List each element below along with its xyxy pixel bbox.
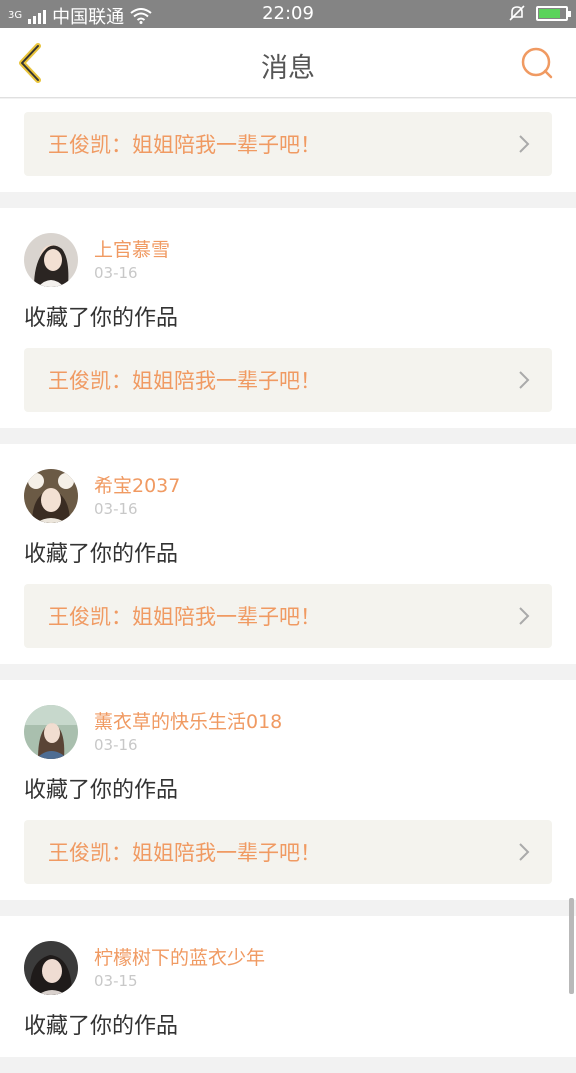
- message-list: 王俊凯：姐姐陪我一辈子吧！ 上官慕雪 03-16 收藏了你的作品 王俊凯：姐姐陪…: [0, 99, 576, 1073]
- avatar[interactable]: [24, 469, 78, 523]
- chevron-right-icon: [519, 843, 530, 861]
- message-date: 03-15: [94, 972, 138, 990]
- work-title: 王俊凯：姐姐陪我一辈子吧！: [48, 133, 321, 157]
- message-date: 03-16: [94, 500, 138, 518]
- battery-icon: [536, 5, 571, 21]
- message-card: 王俊凯：姐姐陪我一辈子吧！: [0, 99, 576, 192]
- chevron-right-icon: [519, 371, 530, 389]
- status-bar: 3G 中国联通 22:09: [0, 0, 576, 28]
- user-name[interactable]: 柠檬树下的蓝衣少年: [94, 945, 265, 971]
- work-title: 王俊凯：姐姐陪我一辈子吧！: [48, 369, 321, 393]
- work-link[interactable]: 王俊凯：姐姐陪我一辈子吧！: [24, 348, 552, 412]
- user-meta: 薰衣草的快乐生活018 03-16: [94, 709, 282, 755]
- work-link[interactable]: 王俊凯：姐姐陪我一辈子吧！: [24, 112, 552, 176]
- search-icon[interactable]: [520, 46, 554, 80]
- page-title: 消息: [261, 53, 315, 84]
- avatar[interactable]: [24, 705, 78, 759]
- action-text: 收藏了你的作品: [24, 306, 179, 331]
- avatar[interactable]: [24, 233, 78, 287]
- status-right: [508, 4, 571, 22]
- action-text: 收藏了你的作品: [24, 778, 179, 803]
- user-meta: 希宝2037 03-16: [94, 473, 180, 519]
- message-card: 柠檬树下的蓝衣少年 03-15 收藏了你的作品: [0, 916, 576, 1057]
- message-card: 希宝2037 03-16 收藏了你的作品 王俊凯：姐姐陪我一辈子吧！: [0, 444, 576, 664]
- action-text: 收藏了你的作品: [24, 1014, 179, 1039]
- user-row: 上官慕雪 03-16: [24, 232, 552, 288]
- status-time: 22:09: [262, 3, 314, 24]
- avatar[interactable]: [24, 941, 78, 995]
- message-card: 薰衣草的快乐生活018 03-16 收藏了你的作品 王俊凯：姐姐陪我一辈子吧！: [0, 680, 576, 900]
- action-text: 收藏了你的作品: [24, 542, 179, 567]
- work-link[interactable]: 王俊凯：姐姐陪我一辈子吧！: [24, 584, 552, 648]
- user-row: 薰衣草的快乐生活018 03-16: [24, 704, 552, 760]
- user-name[interactable]: 希宝2037: [94, 473, 180, 499]
- message-date: 03-16: [94, 736, 138, 754]
- user-name[interactable]: 薰衣草的快乐生活018: [94, 709, 282, 735]
- silent-bell-icon: [509, 5, 525, 21]
- chevron-right-icon: [519, 607, 530, 625]
- user-row: 希宝2037 03-16: [24, 468, 552, 524]
- user-meta: 上官慕雪 03-16: [94, 237, 170, 283]
- message-date: 03-16: [94, 264, 138, 282]
- user-meta: 柠檬树下的蓝衣少年 03-15: [94, 945, 265, 991]
- work-title: 王俊凯：姐姐陪我一辈子吧！: [48, 841, 321, 865]
- work-link[interactable]: 王俊凯：姐姐陪我一辈子吧！: [24, 820, 552, 884]
- chevron-right-icon: [519, 135, 530, 153]
- work-title: 王俊凯：姐姐陪我一辈子吧！: [48, 605, 321, 629]
- user-row: 柠檬树下的蓝衣少年 03-15: [24, 940, 552, 996]
- navbar: 消息: [0, 28, 576, 98]
- message-card: 上官慕雪 03-16 收藏了你的作品 王俊凯：姐姐陪我一辈子吧！: [0, 208, 576, 428]
- scrollbar[interactable]: [569, 898, 574, 994]
- user-name[interactable]: 上官慕雪: [94, 237, 170, 263]
